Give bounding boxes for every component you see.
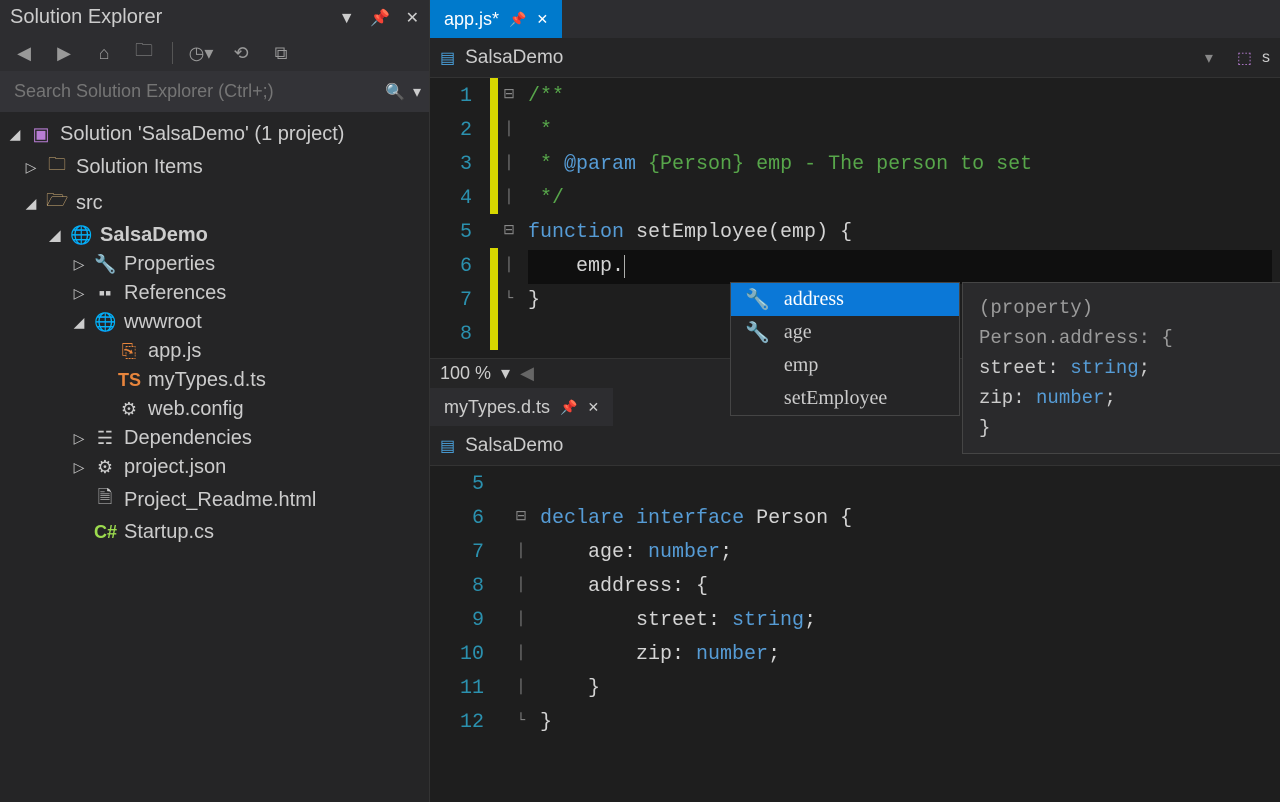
dropdown-icon[interactable]: ▾ [1205, 48, 1213, 68]
pin-icon[interactable]: 📌 [509, 11, 526, 28]
forward-icon[interactable]: ▶ [52, 41, 76, 65]
scroll-left-icon[interactable]: ◀ [520, 363, 534, 384]
close-icon[interactable]: ✕ [406, 10, 419, 27]
cube-icon[interactable]: ⬚ [1237, 48, 1252, 68]
intellisense-popup[interactable]: 🔧 address 🔧 age 🔧 emp 🔧 setEmployee [730, 282, 960, 416]
intellisense-item-age[interactable]: 🔧 age [731, 316, 959, 349]
search-input[interactable] [8, 75, 377, 108]
back-icon[interactable]: ◀ [12, 41, 36, 65]
tree-references[interactable]: ▷▪▪ References [4, 279, 425, 308]
fold-column[interactable]: ⊟│││⊟│└ [498, 78, 520, 358]
line-gutter: 12345678 [430, 78, 490, 358]
search-row: 🔍 ▾ [0, 71, 429, 112]
modification-bar [502, 466, 510, 802]
solution-explorer-panel: Solution Explorer ▼ 📌 ✕ ◀ ▶ ⌂ 🗀 ◷▾ ⟲ ⧉ 🔍… [0, 0, 430, 802]
tooltip-popup: (property) Person.address: { street: str… [962, 282, 1280, 454]
intellisense-item-emp[interactable]: 🔧 emp [731, 349, 959, 382]
tree-webconfig[interactable]: ⚙ web.config [4, 395, 425, 424]
close-icon[interactable]: ✕ [536, 11, 548, 28]
navbar-project[interactable]: SalsaDemo [465, 435, 563, 457]
intellisense-item-address[interactable]: 🔧 address [731, 283, 959, 316]
modification-bar [490, 78, 498, 358]
pin-icon[interactable]: 📌 [560, 399, 577, 416]
line-gutter: 56789101112 [430, 466, 502, 802]
home-icon[interactable]: ⌂ [92, 41, 116, 65]
editor-mytypes[interactable]: 56789101112 ⊟│││││└ declare interface Pe… [430, 466, 1280, 802]
tree-project-json[interactable]: ▷⚙ project.json [4, 453, 425, 482]
navbar-project[interactable]: SalsaDemo [465, 47, 563, 69]
project-icon: ▤ [440, 48, 455, 68]
code-area[interactable]: declare interface Person { age: number; … [532, 466, 1280, 802]
panel-header: Solution Explorer ▼ 📌 ✕ [0, 0, 429, 35]
search-dropdown-icon[interactable]: ▾ [413, 82, 421, 102]
wrench-icon: 🔧 [745, 320, 770, 345]
project-icon: ▤ [440, 436, 455, 456]
tree-properties[interactable]: ▷🔧 Properties [4, 250, 425, 279]
tree-wwwroot[interactable]: ◢🌐 wwwroot [4, 308, 425, 337]
search-icon[interactable]: 🔍 [377, 82, 413, 102]
tree: ◢▣ Solution 'SalsaDemo' (1 project) ▷🗀 S… [0, 112, 429, 555]
collapse-icon[interactable]: ⧉ [269, 41, 293, 65]
tree-solution-items[interactable]: ▷🗀 Solution Items [4, 149, 425, 185]
tab-mytypes[interactable]: myTypes.d.ts 📌 ✕ [430, 388, 613, 426]
dropdown-icon[interactable]: ▼ [339, 10, 355, 27]
wrench-icon: 🔧 [745, 287, 770, 312]
tree-mytypes[interactable]: TS myTypes.d.ts [4, 366, 425, 395]
solution-root[interactable]: ◢▣ Solution 'SalsaDemo' (1 project) [4, 120, 425, 149]
refresh-icon[interactable]: ⟲ [229, 41, 253, 65]
tree-src[interactable]: ◢🗁 src [4, 185, 425, 221]
tab-strip: app.js* 📌 ✕ [430, 0, 1280, 38]
tab-app-js[interactable]: app.js* 📌 ✕ [430, 0, 562, 38]
tree-dependencies[interactable]: ▷☵ Dependencies [4, 424, 425, 453]
toolbar: ◀ ▶ ⌂ 🗀 ◷▾ ⟲ ⧉ [0, 35, 429, 71]
editor-app-js[interactable]: 12345678 ⊟│││⊟│└ /** * * @param {Person}… [430, 78, 1280, 358]
fold-column[interactable]: ⊟│││││└ [510, 466, 532, 802]
zoom-level[interactable]: 100 % [440, 363, 491, 384]
solution-root-label: Solution 'SalsaDemo' (1 project) [60, 123, 344, 146]
tree-app-js[interactable]: ⎘ app.js [4, 337, 425, 366]
intellisense-item-setemployee[interactable]: 🔧 setEmployee [731, 382, 959, 415]
pin-icon[interactable]: 📌 [370, 10, 390, 27]
folder-icon[interactable]: 🗀 [132, 41, 156, 65]
tree-startup[interactable]: C# Startup.cs [4, 518, 425, 547]
main-editor-area: app.js* 📌 ✕ ▤ SalsaDemo ▾ ⬚ s 12345678 ⊟… [430, 0, 1280, 802]
tree-project[interactable]: ◢🌐 SalsaDemo [4, 221, 425, 250]
history-icon[interactable]: ◷▾ [189, 41, 213, 65]
dropdown-icon[interactable]: ▾ [501, 363, 510, 384]
editor-navbar: ▤ SalsaDemo ▾ ⬚ s [430, 38, 1280, 78]
panel-title: Solution Explorer [10, 6, 162, 29]
tree-readme[interactable]: 🗎 Project_Readme.html [4, 482, 425, 518]
close-icon[interactable]: ✕ [587, 399, 599, 416]
nav-text: s [1262, 49, 1270, 67]
